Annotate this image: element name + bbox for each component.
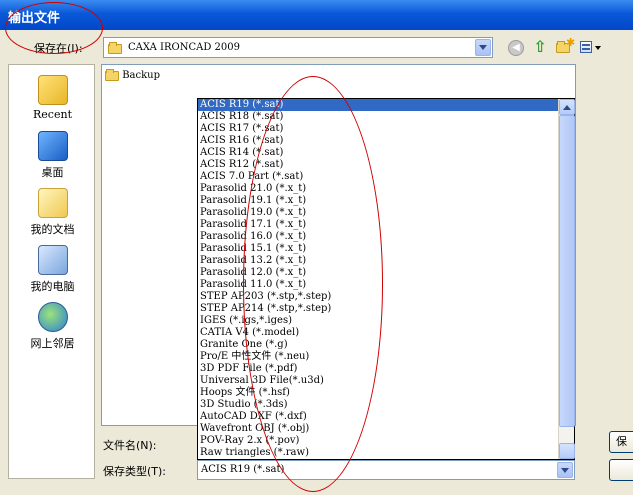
window-title: 输出文件 — [8, 11, 61, 26]
dropdown-scrollbar[interactable] — [558, 99, 575, 459]
place-label: 桌面 — [41, 166, 64, 179]
dropdown-option[interactable]: 3D PDF File (*.pdf) — [198, 363, 574, 375]
place-my-documents[interactable]: 我的文档 — [9, 188, 96, 237]
dropdown-option[interactable]: Parasolid 13.2 (*.x_t) — [198, 255, 574, 267]
dropdown-option[interactable]: Parasolid 17.1 (*.x_t) — [198, 219, 574, 231]
place-label: 我的文档 — [30, 223, 75, 236]
dropdown-option[interactable]: STEP AP214 (*.stp,*.step) — [198, 303, 574, 315]
file-type-value: ACIS R19 (*.sat) — [201, 464, 285, 475]
network-places-icon — [37, 302, 68, 332]
place-network[interactable]: 网上邻居 — [9, 302, 96, 351]
dropdown-option[interactable]: ACIS 7.0 Part (*.sat) — [198, 171, 574, 183]
view-menu-icon[interactable] — [580, 40, 602, 56]
dropdown-option[interactable]: Pro/E 中性文件 (*.neu) — [198, 351, 574, 363]
dropdown-option[interactable]: CATIA V4 (*.model) — [198, 327, 574, 339]
dropdown-option[interactable]: Parasolid 15.1 (*.x_t) — [198, 243, 574, 255]
dropdown-option[interactable]: Parasolid 21.0 (*.x_t) — [198, 183, 574, 195]
save-dialog: 输出文件 保存在(I): CAXA IRONCAD 2009 ◀ ⇧ ✱ Rec… — [0, 0, 633, 495]
title-bar[interactable]: 输出文件 — [0, 0, 633, 30]
dropdown-option[interactable]: 3D Studio (*.3ds) — [198, 399, 574, 411]
dropdown-option[interactable]: Parasolid 16.0 (*.x_t) — [198, 231, 574, 243]
dropdown-options: ACIS R19 (*.sat) ACIS R18 (*.sat) ACIS R17… — [198, 99, 574, 459]
save-in-combo[interactable]: CAXA IRONCAD 2009 — [103, 37, 493, 58]
back-icon[interactable]: ◀ — [508, 40, 524, 56]
my-documents-icon — [37, 188, 68, 218]
file-type-select[interactable]: ACIS R19 (*.sat) — [197, 460, 575, 480]
file-type-dropdown-button[interactable] — [557, 462, 573, 478]
save-in-value: CAXA IRONCAD 2009 — [128, 42, 240, 53]
dropdown-option[interactable]: ACIS R14 (*.sat) — [198, 147, 574, 159]
dropdown-option[interactable]: Parasolid 12.0 (*.x_t) — [198, 267, 574, 279]
dropdown-option[interactable]: Granite One (*.g) — [198, 339, 574, 351]
dropdown-option[interactable]: Raw triangles (*.raw) — [198, 447, 574, 459]
file-item-name: Backup — [122, 70, 160, 81]
place-label: Recent — [33, 108, 72, 121]
dropdown-option[interactable]: Parasolid 19.0 (*.x_t) — [198, 207, 574, 219]
place-recent[interactable]: Recent — [9, 75, 96, 121]
dropdown-option[interactable]: Wavefront OBJ (*.obj) — [198, 423, 574, 435]
place-desktop[interactable]: 桌面 — [9, 131, 96, 180]
file-name-label: 文件名(N): — [103, 439, 157, 452]
dropdown-option[interactable]: Parasolid 19.1 (*.x_t) — [198, 195, 574, 207]
new-folder-icon[interactable]: ✱ — [556, 36, 575, 54]
place-label: 我的电脑 — [30, 280, 75, 293]
dropdown-option[interactable]: Universal 3D File(*.u3d) — [198, 375, 574, 387]
my-computer-icon — [37, 245, 68, 275]
dropdown-option[interactable]: ACIS R12 (*.sat) — [198, 159, 574, 171]
places-bar: Recent 桌面 我的文档 我的电脑 网上邻居 — [8, 64, 95, 479]
dropdown-option[interactable]: AutoCAD DXF (*.dxf) — [198, 411, 574, 423]
desktop-icon — [37, 131, 68, 161]
dropdown-option[interactable]: Hoops 文件 (*.hsf) — [198, 387, 574, 399]
folder-icon — [108, 42, 122, 55]
chevron-up-icon — [563, 104, 571, 110]
dropdown-option[interactable]: IGES (*.igs,*.iges) — [198, 315, 574, 327]
save-button[interactable]: 保 — [609, 431, 633, 453]
dropdown-option[interactable]: ACIS R17 (*.sat) — [198, 123, 574, 135]
chevron-down-icon — [479, 45, 487, 50]
file-type-label: 保存类型(T): — [103, 465, 167, 478]
list-item[interactable]: Backup — [105, 68, 160, 81]
recent-folder-icon — [37, 75, 68, 105]
scroll-down-button[interactable] — [559, 443, 575, 459]
place-my-computer[interactable]: 我的电脑 — [9, 245, 96, 294]
dropdown-option[interactable]: ACIS R16 (*.sat) — [198, 135, 574, 147]
save-in-label: 保存在(I): — [34, 42, 83, 55]
scroll-thumb[interactable] — [559, 115, 575, 427]
cancel-button[interactable] — [609, 459, 633, 481]
dropdown-option[interactable]: ACIS R19 (*.sat) — [198, 99, 574, 111]
dropdown-option[interactable]: POV-Ray 2.x (*.pov) — [198, 435, 574, 447]
file-type-dropdown-list[interactable]: ACIS R19 (*.sat) ACIS R18 (*.sat) ACIS R17… — [197, 98, 575, 460]
chevron-down-icon — [561, 467, 569, 473]
dropdown-option[interactable]: STEP AP203 (*.stp,*.step) — [198, 291, 574, 303]
folder-icon — [105, 68, 119, 81]
dropdown-option[interactable]: ACIS R18 (*.sat) — [198, 111, 574, 123]
scroll-up-button[interactable] — [559, 99, 575, 115]
up-folder-icon[interactable]: ⇧ — [532, 38, 548, 56]
dropdown-option[interactable]: Parasolid 11.0 (*.x_t) — [198, 279, 574, 291]
save-in-dropdown-button[interactable] — [475, 39, 491, 56]
place-label: 网上邻居 — [30, 337, 75, 350]
